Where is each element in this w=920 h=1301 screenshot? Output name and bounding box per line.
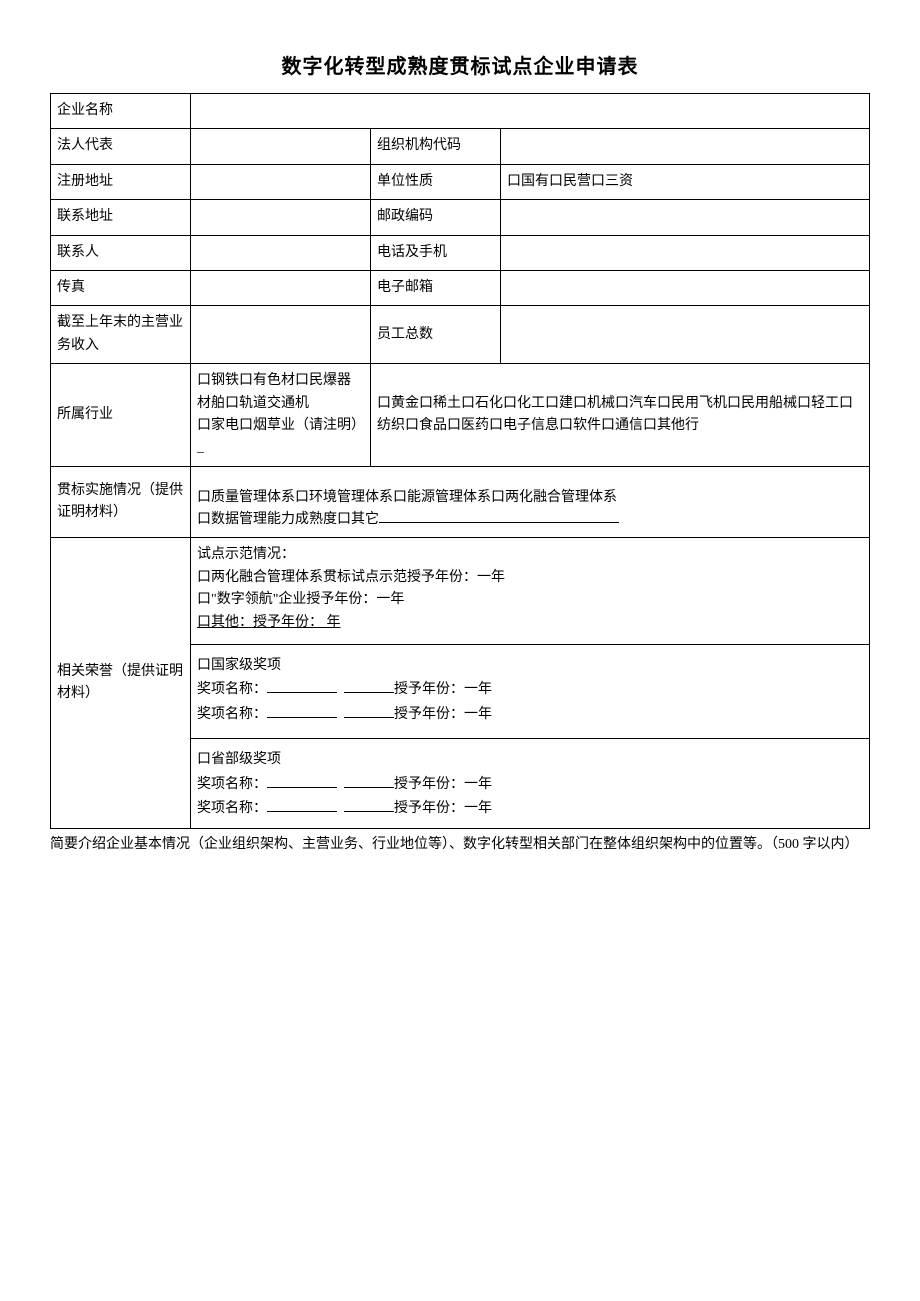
award-year-blank-2a[interactable] [344,704,394,718]
label-unit-type: 单位性质 [371,164,501,199]
field-contact-addr[interactable] [191,200,371,235]
label-email: 电子邮箱 [371,270,501,305]
field-fax[interactable] [191,270,371,305]
field-phone[interactable] [501,235,870,270]
award-year-prefix-4: 授予年份：一年 [394,801,492,816]
label-org-code: 组织机构代码 [371,129,501,164]
field-postal[interactable] [501,200,870,235]
award-name-blank-3[interactable] [267,774,337,788]
label-phone: 电话及手机 [371,235,501,270]
impl-opts-line1: 口质量管理体系口环境管理体系口能源管理体系口两化融合管理体系 [197,490,617,505]
award-year-blank-1a[interactable] [344,679,394,693]
label-contact-addr: 联系地址 [51,200,191,235]
label-impl-status: 贯标实施情况（提供证明材料） [51,466,191,538]
impl-opts-line2-prefix: 口数据管理能力成熟度口其它 [197,512,379,527]
award-year-prefix-3: 授予年份：一年 [394,777,492,792]
application-form-table: 企业名称 法人代表 组织机构代码 注册地址 单位性质 口国有口民营口三资 联系地… [50,93,870,829]
page-title: 数字化转型成熟度贯标试点企业申请表 [50,50,870,79]
award-name-prefix-1: 奖项名称： [197,682,267,697]
label-contact: 联系人 [51,235,191,270]
label-prev-revenue: 截至上年末的主营业务收入 [51,306,191,364]
label-industry: 所属行业 [51,364,191,467]
award-name-prefix-3: 奖项名称： [197,777,267,792]
award-provincial-header: 口省部级奖项 [197,752,281,767]
field-industry-col1[interactable]: 口钢铁口有色材口民爆器材舶口轨道交通机 口家电口烟草业（请注明）_ [191,364,371,467]
field-prev-revenue[interactable] [191,306,371,364]
field-unit-type[interactable]: 口国有口民营口三资 [501,164,870,199]
award-name-prefix-2: 奖项名称： [197,707,267,722]
field-org-code[interactable] [501,129,870,164]
award-name-blank-2[interactable] [267,704,337,718]
label-postal: 邮政编码 [371,200,501,235]
field-industry-col2[interactable]: 口黄金口稀土口石化口化工口建口机械口汽车口民用飞机口民用船械口轻工口纺织口食品口… [371,364,870,467]
label-company-name: 企业名称 [51,94,191,129]
pilot-line3: 口其他：授予年份： 年 [197,615,341,630]
pilot-header: 试点示范情况： [197,547,295,562]
impl-other-blank[interactable] [379,509,619,523]
field-reg-addr[interactable] [191,164,371,199]
label-honors: 相关荣誉（提供证明材料） [51,538,191,829]
award-name-blank-4[interactable] [267,798,337,812]
pilot-line2: 口"数字领航"企业授予年份：一年 [197,592,404,607]
award-national-header: 口国家级奖项 [197,658,281,673]
award-name-blank-1[interactable] [267,679,337,693]
footer-instructions: 简要介绍企业基本情况（企业组织架构、主营业务、行业地位等）、数字化转型相关部门在… [50,833,870,857]
label-reg-addr: 注册地址 [51,164,191,199]
field-email[interactable] [501,270,870,305]
label-fax: 传真 [51,270,191,305]
pilot-line1: 口两化融合管理体系贯标试点示范授予年份：一年 [197,570,505,585]
award-year-prefix-2: 授予年份：一年 [394,707,492,722]
field-honors[interactable]: 试点示范情况： 口两化融合管理体系贯标试点示范授予年份：一年 口"数字领航"企业… [191,538,870,829]
award-year-blank-3a[interactable] [344,774,394,788]
award-year-blank-4a[interactable] [344,798,394,812]
field-legal-rep[interactable] [191,129,371,164]
field-emp-count[interactable] [501,306,870,364]
label-emp-count: 员工总数 [371,306,501,364]
field-impl-status[interactable]: 口质量管理体系口环境管理体系口能源管理体系口两化融合管理体系 口数据管理能力成熟… [191,466,870,538]
field-contact[interactable] [191,235,371,270]
award-year-prefix-1: 授予年份：一年 [394,682,492,697]
field-company-name[interactable] [191,94,870,129]
award-name-prefix-4: 奖项名称： [197,801,267,816]
label-legal-rep: 法人代表 [51,129,191,164]
